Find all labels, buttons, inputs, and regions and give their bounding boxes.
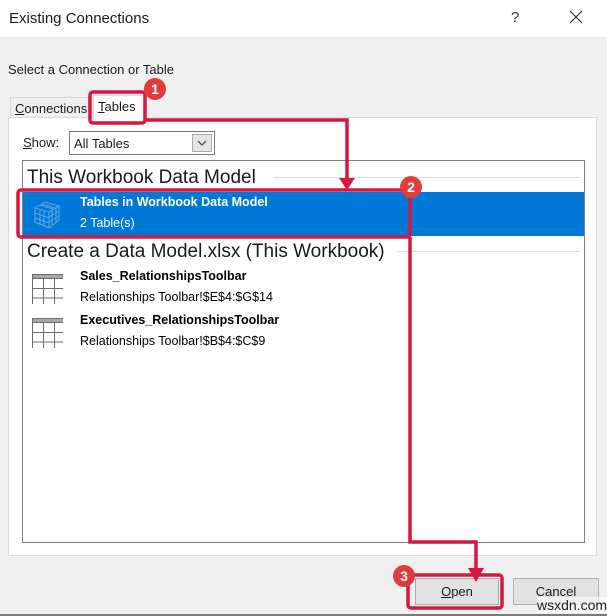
show-label-text: how:: [31, 135, 60, 150]
dropdown-button[interactable]: [192, 134, 212, 152]
item-detail: 2 Table(s): [80, 216, 135, 230]
group-header-data-model: This Workbook Data Model: [27, 167, 256, 188]
table-icon: [31, 272, 66, 308]
step-badge-3-text: 3: [400, 568, 408, 584]
open-label: pen: [451, 584, 473, 599]
tab-connections-label: onnections: [24, 101, 88, 116]
list-item-data-model[interactable]: Tables in Workbook Data Model 2 Table(s): [23, 192, 584, 236]
item-name: Executives_RelationshipsToolbar: [80, 313, 280, 327]
tab-tables-label: ables: [104, 99, 136, 114]
data-model-cube-icon: [31, 198, 63, 230]
show-accesskey: S: [23, 135, 32, 150]
open-accesskey: O: [441, 584, 452, 599]
open-button[interactable]: Open: [415, 578, 499, 605]
list-item-executives[interactable]: Executives_RelationshipsToolbar Relation…: [23, 310, 584, 354]
tab-connections-accesskey: C: [15, 101, 25, 116]
close-icon: [569, 10, 583, 24]
item-name: Sales_RelationshipsToolbar: [80, 269, 247, 283]
show-label: Show:: [23, 135, 59, 150]
help-button[interactable]: ?: [511, 9, 519, 26]
window-title: Existing Connections: [9, 10, 150, 27]
show-dropdown[interactable]: All Tables: [69, 131, 215, 155]
step-badge-1: [144, 78, 166, 100]
group-divider: [273, 177, 580, 178]
chevron-down-icon: [197, 140, 207, 146]
item-detail: Relationships Toolbar!$B$4:$C$9: [80, 334, 266, 348]
group-divider: [398, 251, 580, 252]
watermark: wsxdn.com: [537, 597, 607, 613]
connections-list[interactable]: This Workbook Data Model Tables in Workb…: [22, 160, 585, 543]
title-bar: Existing Connections ?: [0, 0, 607, 37]
close-button[interactable]: [566, 6, 586, 28]
group-header-workbook: Create a Data Model.xlsx (This Workbook): [27, 241, 385, 262]
step-badge-1-text: 1: [151, 81, 159, 97]
tab-tables[interactable]: Tables: [93, 95, 145, 118]
item-name: Tables in Workbook Data Model: [80, 195, 268, 209]
show-dropdown-value: All Tables: [74, 136, 130, 151]
list-item-sales[interactable]: Sales_RelationshipsToolbar Relationships…: [23, 266, 584, 310]
instruction-label: Select a Connection or Table: [8, 62, 174, 77]
step-badge-3: [393, 565, 415, 587]
tab-connections[interactable]: Connections: [10, 97, 89, 118]
table-icon: [31, 316, 66, 352]
item-detail: Relationships Toolbar!$E$4:$G$14: [80, 290, 273, 304]
